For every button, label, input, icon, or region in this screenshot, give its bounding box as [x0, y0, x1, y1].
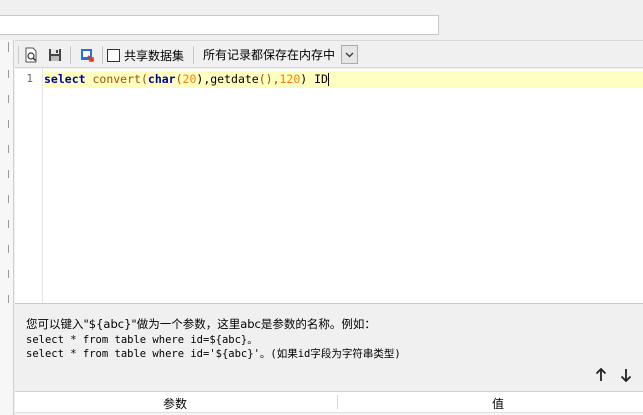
- column-header-param[interactable]: 参数: [163, 395, 187, 412]
- dataset-name-input[interactable]: [0, 15, 439, 35]
- code-paren: (),: [258, 72, 280, 86]
- column-header-value[interactable]: 值: [492, 395, 504, 412]
- code-function: getdate: [210, 72, 259, 86]
- code-alias: ) ID: [300, 72, 328, 86]
- parameter-help: 您可以键入"${abc}"做为一个参数，这里abc是参数的名称。例如： sele…: [15, 305, 643, 390]
- code-paren: (: [140, 72, 148, 86]
- sql-dataset-editor: 共享数据集 所有记录都保存在内存中 1 select convert(char(…: [0, 0, 643, 415]
- chevron-down-icon[interactable]: [341, 45, 358, 64]
- help-example-line: select * from table where id=${abc}。: [26, 334, 258, 346]
- sql-editor[interactable]: 1 select convert(char(20),getdate(),120)…: [15, 69, 643, 304]
- code-keyword: select: [44, 72, 86, 86]
- help-example-line: select * from table where id='${abc}'。(如…: [26, 348, 401, 360]
- move-up-button[interactable]: [593, 367, 609, 383]
- left-panel-edge: [0, 40, 14, 415]
- record-mode-value: 所有记录都保存在内存中: [203, 48, 336, 62]
- code-paren: ),: [196, 72, 211, 86]
- sql-code-line[interactable]: select convert(char(20),getdate(),120) I…: [44, 72, 329, 87]
- save-button[interactable]: [45, 45, 65, 65]
- code-paren: (: [175, 72, 183, 86]
- share-dataset-checkbox[interactable]: [107, 48, 120, 62]
- text-caret: [327, 73, 329, 86]
- line-gutter: 1: [15, 69, 43, 303]
- preview-button[interactable]: [21, 45, 41, 65]
- share-dataset-label: 共享数据集: [124, 48, 185, 63]
- search-doc-icon: [25, 47, 37, 63]
- floppy-icon: [49, 49, 61, 61]
- share-dataset-toggle[interactable]: 共享数据集: [107, 46, 184, 64]
- line-number: 1: [26, 72, 33, 85]
- code-number: 20: [182, 72, 197, 86]
- column-divider[interactable]: [337, 395, 338, 409]
- editor-toolbar: 共享数据集 所有记录都保存在内存中: [15, 40, 643, 68]
- code-keyword: char: [147, 72, 176, 86]
- move-down-button[interactable]: [618, 367, 634, 383]
- arrow-down-icon: [620, 369, 632, 382]
- arrow-up-icon: [595, 368, 607, 381]
- export-button[interactable]: [77, 45, 97, 65]
- parameters-table: 参数 值: [15, 391, 643, 415]
- help-text-line: 您可以键入"${abc}"做为一个参数，这里abc是参数的名称。例如：: [26, 317, 376, 331]
- code-number: 120: [279, 72, 301, 86]
- export-icon: [81, 49, 94, 62]
- top-bar: [0, 0, 643, 40]
- code-function: convert: [92, 72, 141, 86]
- record-mode-select[interactable]: 所有记录都保存在内存中: [198, 44, 358, 65]
